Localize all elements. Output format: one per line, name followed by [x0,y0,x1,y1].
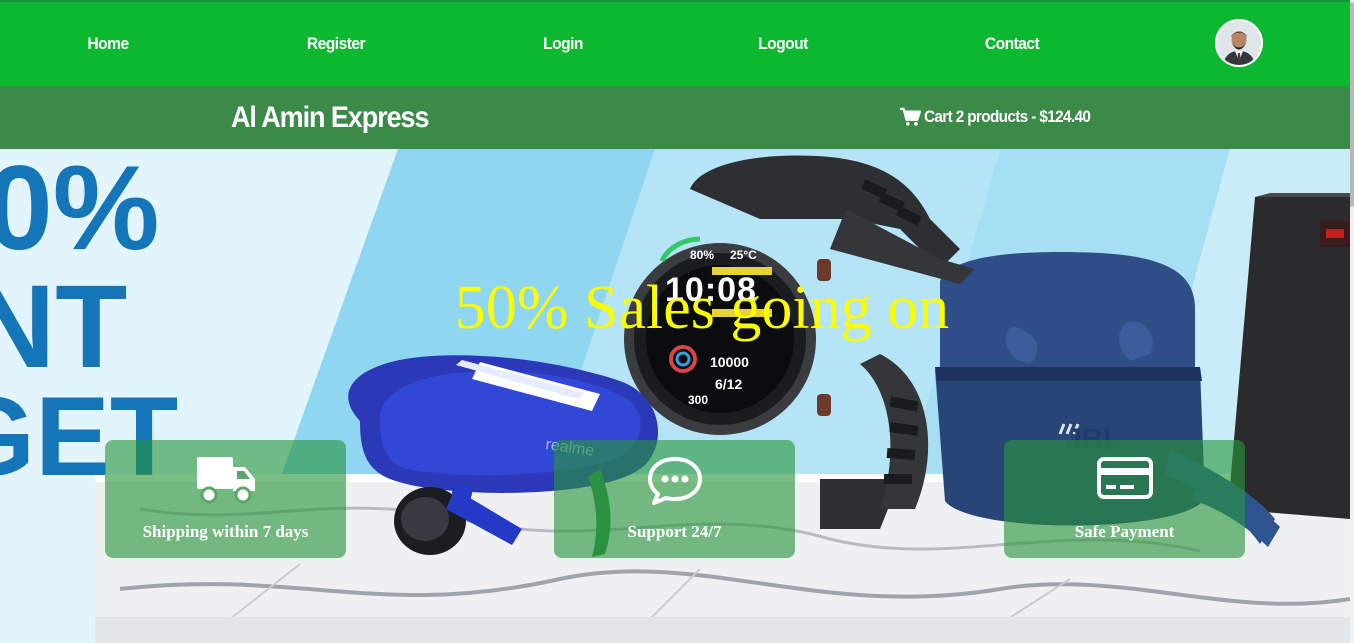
cart-icon [900,107,921,126]
cart-summary-link[interactable]: Cart 2 products - $124.40 [899,107,1109,127]
page-scrollbar[interactable] [1350,0,1354,643]
svg-text:300: 300 [688,393,708,407]
site-logo-text[interactable]: Al Amin Express [231,101,429,135]
svg-text:6/12: 6/12 [715,376,742,392]
nav-contact-link[interactable]: Contact [985,34,1040,54]
nav-home-link[interactable]: Home [87,34,129,54]
truck-icon [196,457,255,504]
cart-summary-label: Cart 2 products - $124.40 [924,107,1091,126]
credit-card-icon [1096,457,1153,499]
top-navigation: Home Register Login Logout Contact [0,0,1350,86]
chat-icon [647,457,702,505]
feature-shipping-card: Shipping within 7 days [105,440,346,558]
feature-support-label: Support 24/7 [627,522,722,541]
promo-headline: 50% Sales going on [454,274,950,342]
nav-login-link[interactable]: Login [543,34,583,54]
feature-payment-card: Safe Payment [1004,440,1245,558]
svg-text:25°C: 25°C [730,248,757,262]
svg-text:80%: 80% [690,248,714,262]
nav-logout-link[interactable]: Logout [758,34,808,54]
nav-register-link[interactable]: Register [307,34,366,54]
scrollbar-thumb[interactable] [1350,2,1354,207]
svg-text:0%: 0% [0,149,159,275]
hero-product-image: 0% NT GET JBL [0,149,1350,643]
feature-payment-label: Safe Payment [1074,522,1175,541]
feature-shipping-label: Shipping within 7 days [142,522,309,541]
hero-banner: 0% NT GET JBL [0,149,1350,643]
user-avatar[interactable] [1215,19,1263,67]
feature-support-card: Support 24/7 [554,440,795,558]
brand-bar: Al Amin Express Cart 2 products - $124.4… [0,86,1350,149]
svg-text:10000: 10000 [710,354,749,370]
user-avatar-icon [1217,21,1261,65]
